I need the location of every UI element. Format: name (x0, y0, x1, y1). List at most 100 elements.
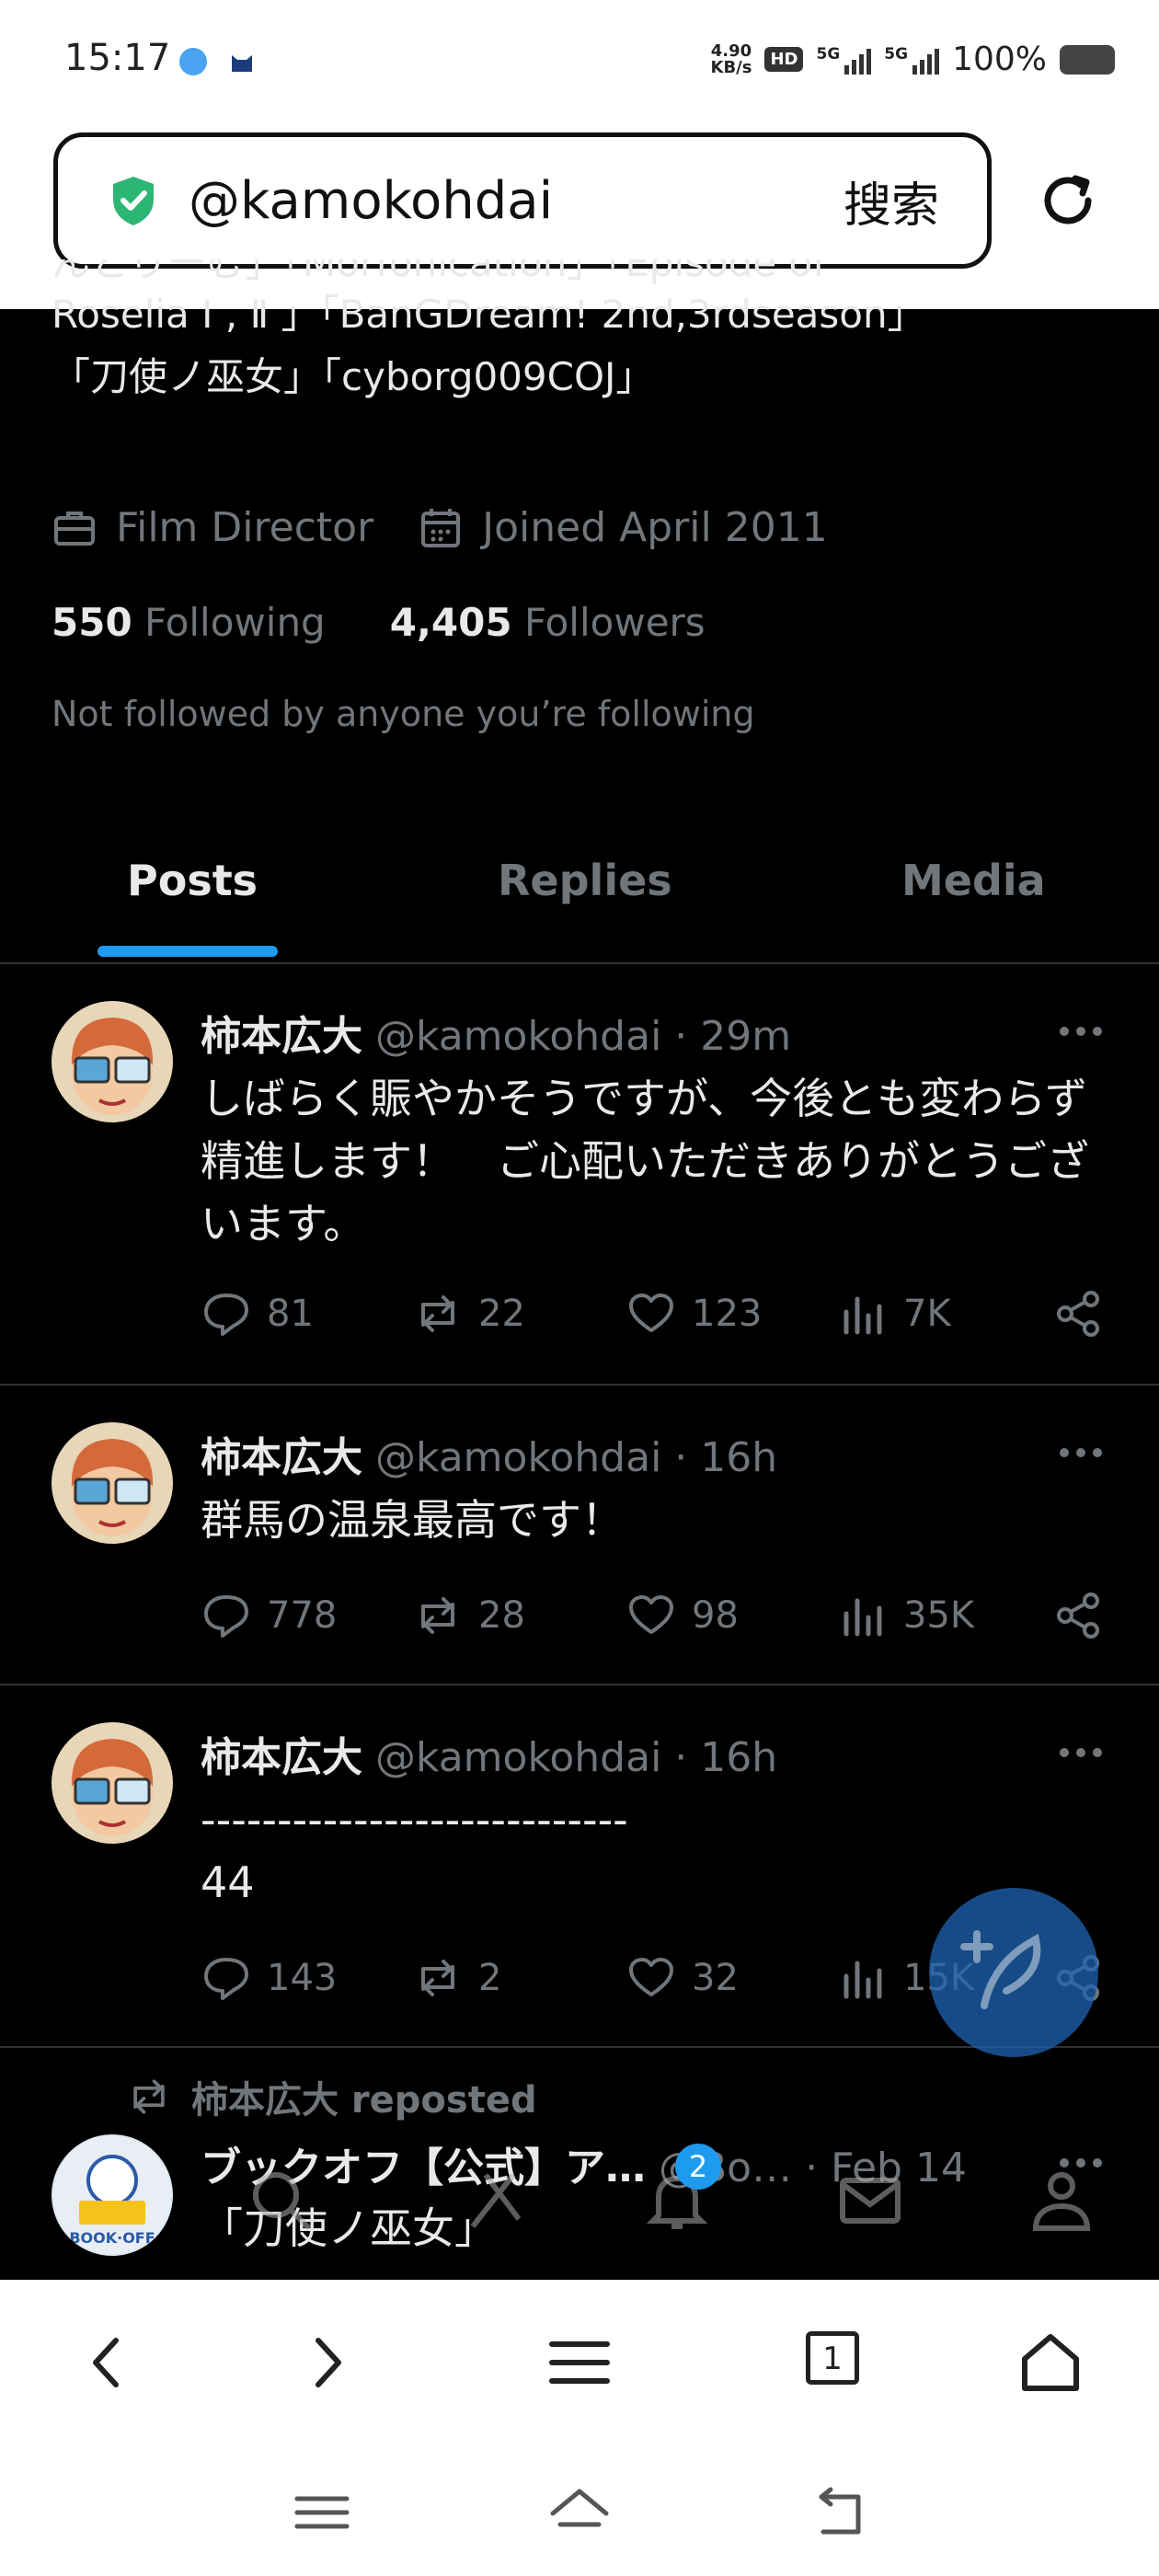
post[interactable]: 柿本広大 @kamokohdai · 16h 群馬の温泉最高です！ 778 28… (0, 1386, 1159, 1685)
avatar[interactable] (52, 1422, 173, 1544)
like-button[interactable]: 32 (625, 1952, 739, 2004)
back-icon[interactable] (70, 2326, 143, 2399)
repost-icon (133, 2079, 165, 2114)
profile-bio: んとりーむ」「Morfonication」「Episode of Roselia… (52, 259, 1137, 408)
reply-icon (204, 1595, 248, 1638)
address-bar[interactable]: @kamokohdai 搜索 (53, 132, 992, 269)
more-icon[interactable] (1058, 1746, 1104, 1759)
cat-app-icon (232, 55, 252, 72)
repost-icon (421, 1295, 454, 1332)
repost-icon (421, 1597, 454, 1634)
author-handle[interactable]: @kamokohdai · 29m (375, 1013, 791, 1060)
reply-button[interactable]: 81 (201, 1288, 314, 1340)
repost-button[interactable]: 2 (412, 1952, 501, 2004)
followers-link[interactable]: 4,405 Followers (390, 600, 706, 645)
recents-icon[interactable] (290, 2480, 354, 2545)
calendar-icon (421, 508, 461, 547)
home-nav-icon[interactable] (547, 2480, 612, 2545)
avatar[interactable] (52, 1001, 173, 1122)
tab-replies[interactable]: Replies (498, 856, 672, 905)
shield-icon (113, 177, 154, 225)
tabs-button[interactable]: 1 (806, 2331, 859, 2385)
network-speed: 4.90 KB/s (710, 40, 752, 77)
profession: Film Director (116, 504, 374, 551)
profile-tabs: Posts Replies Media (0, 828, 1159, 964)
views-icon (843, 1961, 882, 1999)
post-text: 群馬の温泉最高です！ (201, 1495, 624, 1545)
status-time: 15:17 (64, 37, 171, 79)
follow-stats: 550 Following 4,405 Followers (52, 600, 706, 645)
compose-button[interactable] (929, 1888, 1098, 2057)
post-header: 柿本広大 @kamokohdai · 29m (201, 1003, 791, 1062)
status-bar: 15:17 4.90 KB/s HD 5G 5G 100% (0, 0, 1159, 121)
more-icon[interactable] (1058, 1025, 1104, 1038)
author-name[interactable]: 柿本広大 (201, 1013, 362, 1060)
mail-icon[interactable] (832, 2162, 909, 2239)
share-button[interactable] (1052, 1288, 1119, 1340)
battery-percent: 100% (952, 40, 1047, 78)
notification-app-icon (179, 48, 207, 75)
forward-icon[interactable] (291, 2326, 364, 2399)
status-icons: 4.90 KB/s HD 5G 5G 100% (710, 40, 1115, 78)
reply-button[interactable]: 778 (201, 1590, 337, 1641)
x-bottom-nav (0, 2144, 1159, 2282)
search-button[interactable]: 搜索 (843, 167, 939, 236)
reply-icon (204, 1958, 248, 2000)
notification-badge: 2 (675, 2144, 721, 2190)
repost-button[interactable]: 22 (412, 1288, 525, 1340)
system-nav-bar (0, 2444, 1159, 2576)
reply-icon (204, 1294, 248, 1336)
tab-media[interactable]: Media (901, 856, 1046, 905)
repost-button[interactable]: 28 (412, 1590, 525, 1641)
search-icon[interactable] (243, 2162, 320, 2239)
signal-icon-2: 5G (884, 45, 940, 75)
not-followed-note: Not followed by anyone you’re following (52, 694, 755, 734)
joined-date: Joined April 2011 (482, 504, 828, 551)
reload-icon[interactable] (1035, 167, 1101, 234)
compose-feather-icon (960, 1930, 1041, 2009)
post-actions: 778 28 98 35K (201, 1590, 1120, 1645)
following-link[interactable]: 550 Following (52, 600, 326, 645)
views-button[interactable]: 35K (837, 1590, 974, 1641)
post-header: 柿本広大 @kamokohdai · 16h (201, 1424, 777, 1483)
back-nav-icon[interactable] (805, 2480, 869, 2545)
avatar[interactable] (52, 1722, 173, 1844)
share-icon (1057, 1291, 1099, 1337)
author-handle[interactable]: @kamokohdai · 16h (375, 1734, 777, 1781)
share-icon (1057, 1593, 1099, 1639)
battery-icon (1060, 44, 1115, 75)
post-header: 柿本広大 @kamokohdai · 16h (201, 1724, 777, 1783)
views-icon (843, 1598, 882, 1637)
home-icon[interactable] (1014, 2326, 1087, 2399)
repost-icon (421, 1960, 454, 1996)
menu-icon[interactable] (543, 2326, 616, 2399)
more-icon[interactable] (1058, 1446, 1104, 1459)
views-icon (843, 1296, 882, 1335)
heart-icon (629, 1958, 673, 1996)
signal-icon: 5G (816, 45, 872, 75)
active-tab-indicator (98, 946, 278, 957)
reply-button[interactable]: 143 (201, 1952, 337, 2004)
grok-icon[interactable] (454, 2162, 532, 2239)
share-button[interactable] (1052, 1590, 1119, 1641)
briefcase-icon (54, 511, 95, 546)
like-button[interactable]: 123 (625, 1288, 762, 1340)
post-actions: 81 22 123 7K (201, 1288, 1120, 1343)
communities-icon[interactable] (1023, 2162, 1100, 2239)
author-handle[interactable]: @kamokohdai · 16h (375, 1434, 777, 1481)
like-button[interactable]: 98 (625, 1590, 739, 1641)
bio-clipped-line: んとりーむ」「Morfonication」「Episode of (52, 259, 827, 285)
author-name[interactable]: 柿本広大 (201, 1734, 362, 1781)
address-text[interactable]: @kamokohdai (189, 171, 843, 231)
heart-icon (629, 1294, 673, 1332)
author-name[interactable]: 柿本広大 (201, 1434, 362, 1481)
tab-posts[interactable]: Posts (127, 856, 258, 905)
browser-bottom-bar (0, 2280, 1159, 2444)
post-text: しばらく賑やかそうですが、今後とも変わらず精進します！ ご心配いただきありがとう… (201, 1074, 1089, 1248)
post[interactable]: 柿本広大 @kamokohdai · 29m しばらく賑やかそうですが、今後とも… (0, 964, 1159, 1386)
views-button[interactable]: 7K (837, 1288, 951, 1340)
heart-icon (629, 1595, 673, 1634)
bio-line: 「刀使ノ巫女」「cyborg009COJ」 (52, 354, 655, 399)
hd-icon: HD (764, 47, 804, 72)
profile-meta: Film Director Joined April 2011 (52, 504, 828, 551)
